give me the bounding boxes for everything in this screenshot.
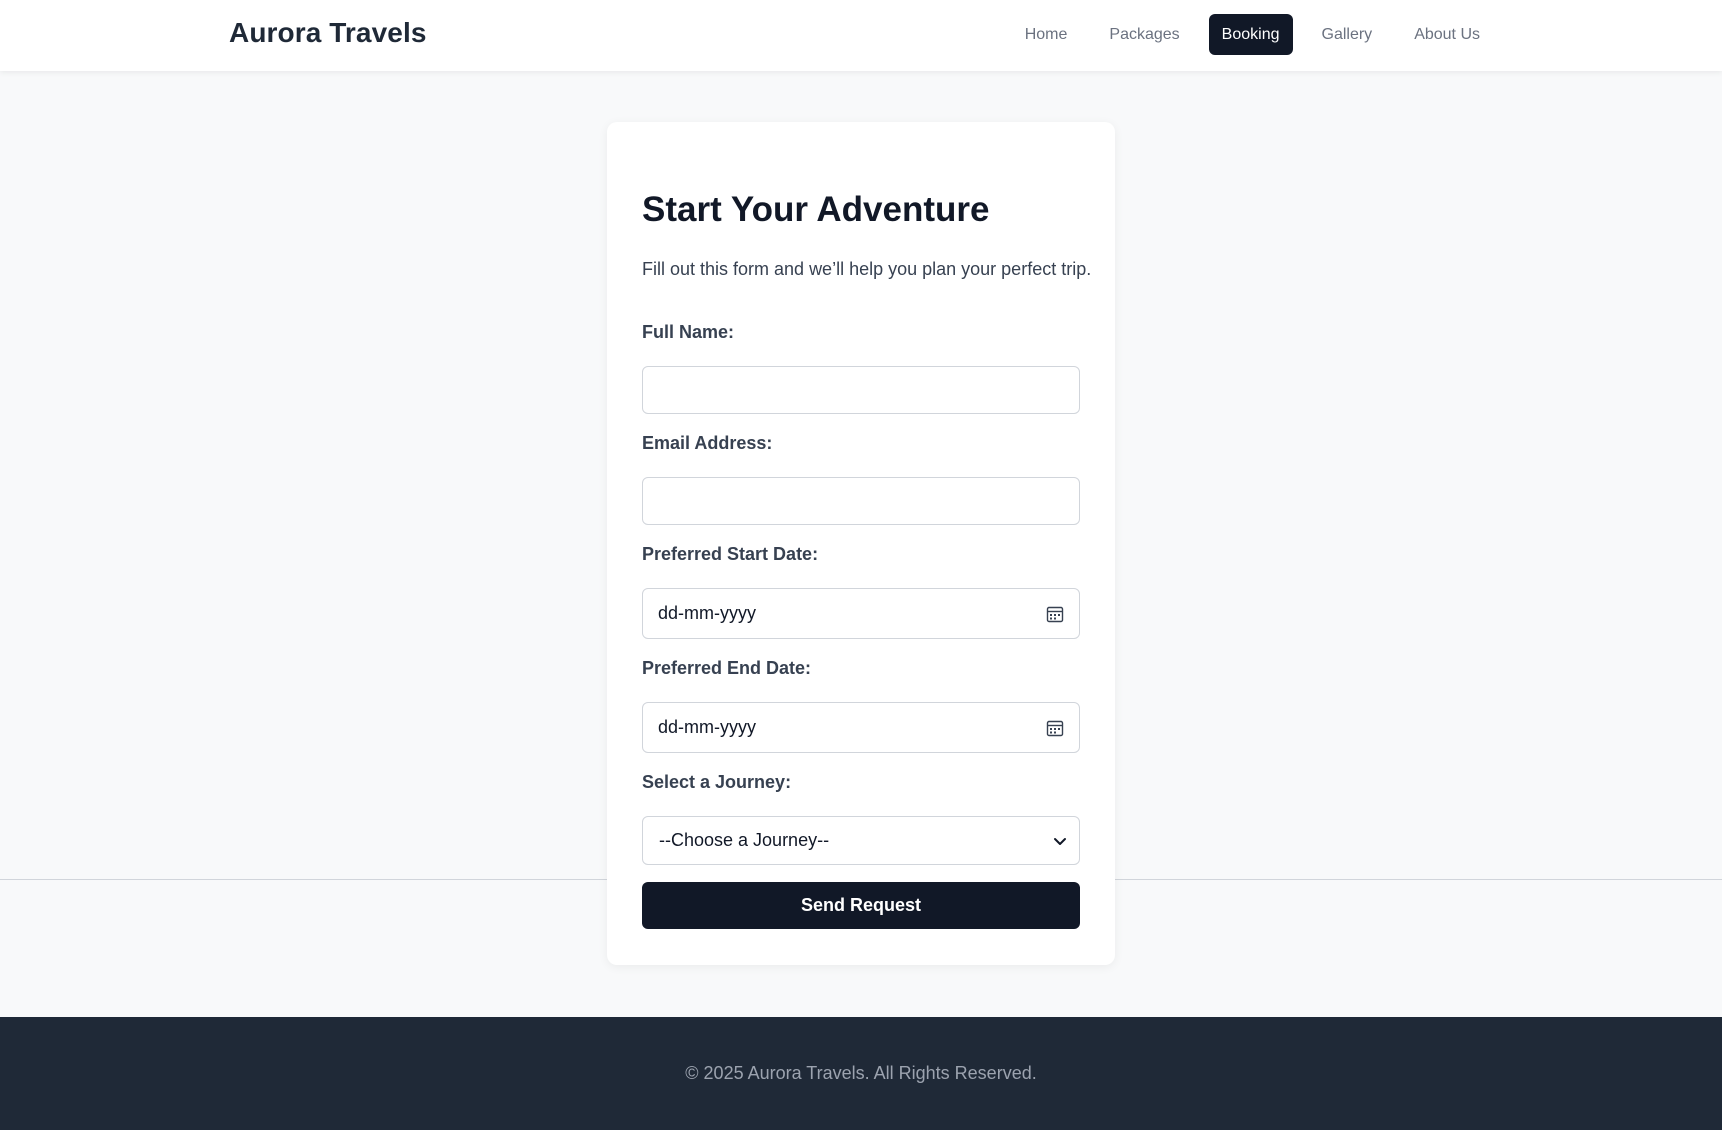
site-footer: © 2025 Aurora Travels. All Rights Reserv… <box>0 1017 1722 1130</box>
end-date-placeholder: dd-mm-yyyy <box>658 717 756 737</box>
start-date-label: Preferred Start Date: <box>642 544 819 564</box>
full-name-label: Full Name: <box>642 322 735 342</box>
nav-link-packages[interactable]: Packages <box>1096 14 1192 55</box>
journey-selected-value: --Choose a Journey-- <box>659 830 830 850</box>
page: Aurora Travels Home Packages Booking Gal… <box>0 0 1722 1130</box>
email-input[interactable] <box>642 477 1080 525</box>
site-header: Aurora Travels Home Packages Booking Gal… <box>0 0 1722 71</box>
form-title: Start Your Adventure <box>642 190 990 229</box>
calendar-icon[interactable] <box>1046 605 1064 623</box>
send-request-button[interactable]: Send Request <box>642 882 1080 929</box>
journey-select[interactable]: --Choose a Journey-- <box>642 816 1080 865</box>
full-name-input[interactable] <box>642 366 1080 414</box>
email-label: Email Address: <box>642 433 773 453</box>
booking-form-card: Start Your Adventure Fill out this form … <box>607 122 1115 965</box>
nav-link-about-us[interactable]: About Us <box>1401 14 1493 55</box>
nav-link-booking[interactable]: Booking <box>1208 14 1293 55</box>
start-date-input[interactable]: dd-mm-yyyy <box>642 588 1080 639</box>
nav-link-home[interactable]: Home <box>1012 14 1081 55</box>
copyright-text: © 2025 Aurora Travels. All Rights Reserv… <box>685 1063 1037 1083</box>
form-subtitle: Fill out this form and we’ll help you pl… <box>642 259 1092 279</box>
main-nav: Home Packages Booking Gallery About Us <box>1012 14 1493 55</box>
calendar-icon[interactable] <box>1046 719 1064 737</box>
start-date-placeholder: dd-mm-yyyy <box>658 603 756 623</box>
brand-logo[interactable]: Aurora Travels <box>229 17 427 49</box>
nav-link-gallery[interactable]: Gallery <box>1309 14 1386 55</box>
end-date-input[interactable]: dd-mm-yyyy <box>642 702 1080 753</box>
journey-label: Select a Journey: <box>642 772 792 792</box>
chevron-down-icon <box>1054 837 1066 845</box>
end-date-label: Preferred End Date: <box>642 658 812 678</box>
